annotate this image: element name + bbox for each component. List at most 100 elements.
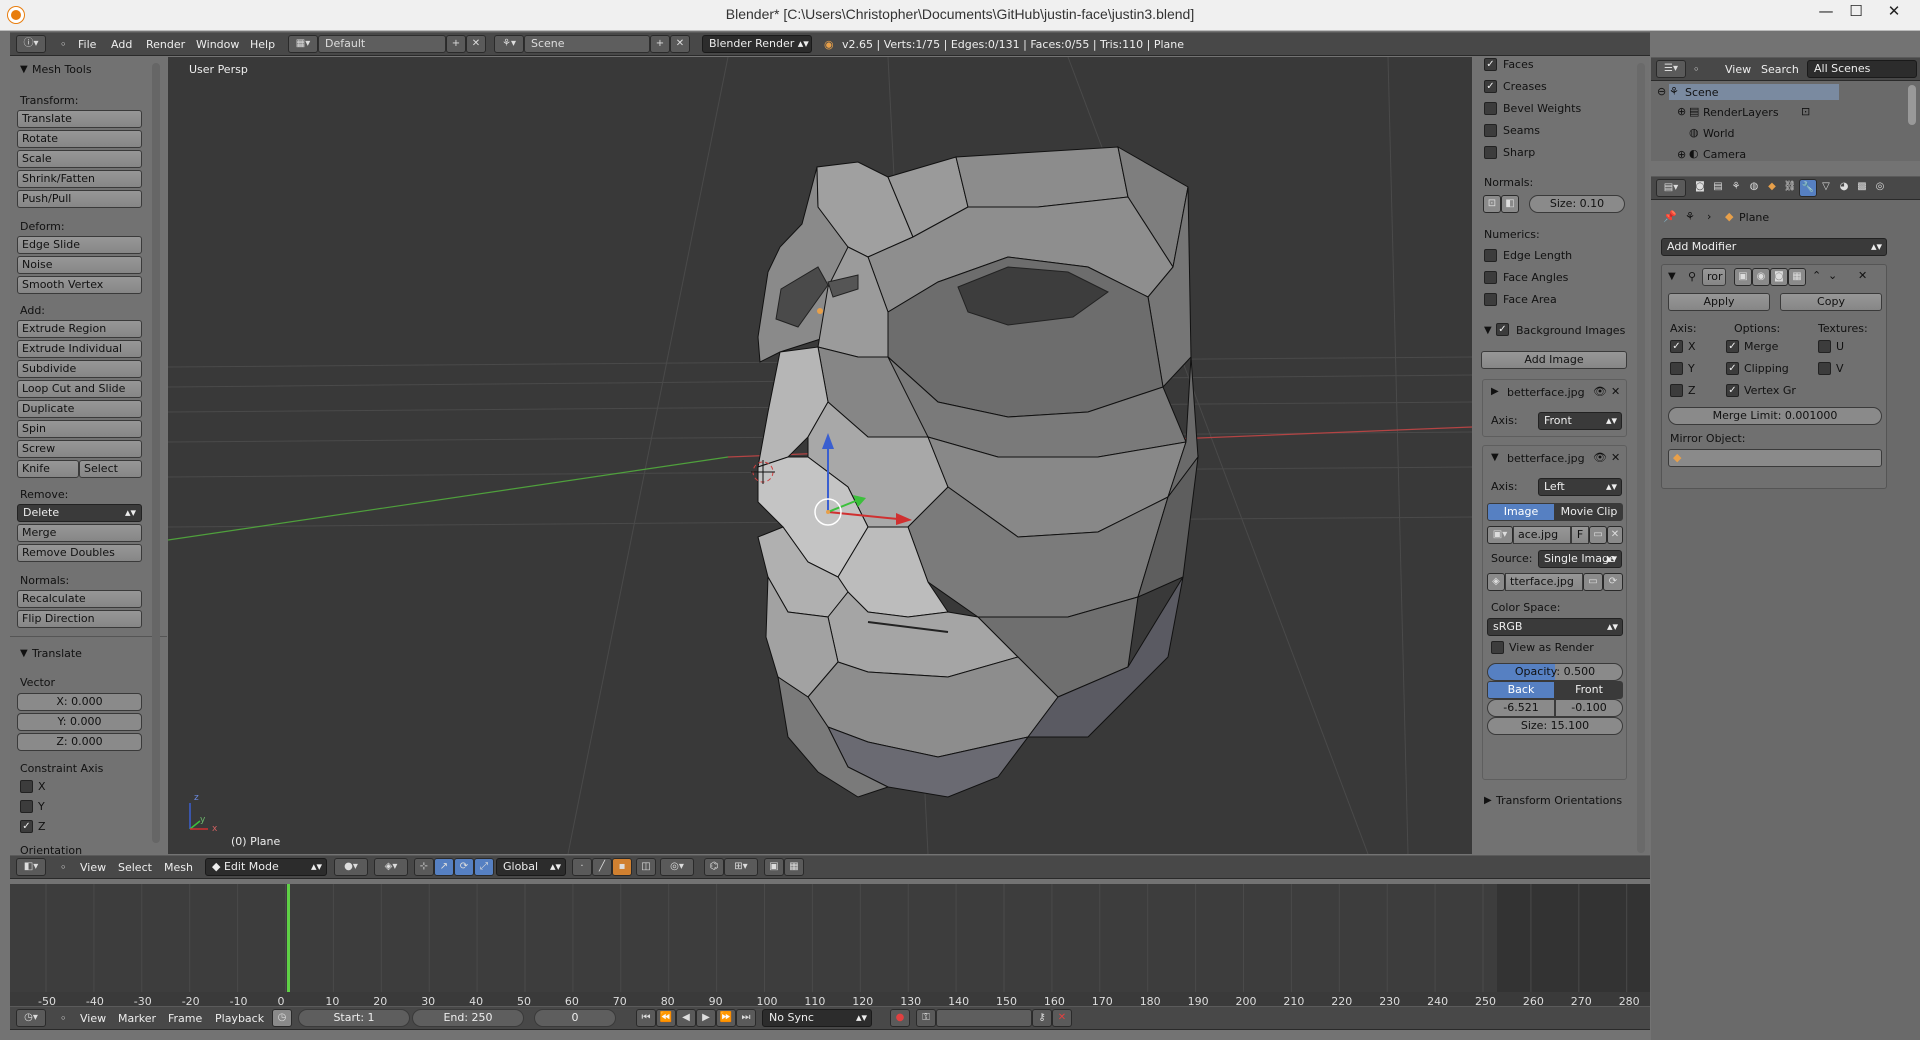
- unlink-icon[interactable]: ✕: [1607, 526, 1623, 544]
- extrude-individual-button[interactable]: Extrude Individual: [17, 340, 142, 358]
- offset-x-field[interactable]: -6.521: [1487, 699, 1555, 717]
- menu-render[interactable]: Render: [146, 38, 185, 51]
- face-select-icon[interactable]: ▪: [612, 858, 632, 876]
- jump-end-icon[interactable]: ⏭: [736, 1009, 756, 1027]
- open-folder-icon[interactable]: ▭: [1589, 526, 1607, 544]
- axis-z-checkbox[interactable]: [1670, 384, 1683, 397]
- collapse-icon[interactable]: ▼: [1491, 452, 1499, 463]
- render-preview-icon[interactable]: ▣: [764, 858, 784, 876]
- data-tab-icon[interactable]: ▽: [1817, 179, 1835, 197]
- menu-view[interactable]: View: [80, 861, 106, 874]
- remove-modifier-icon[interactable]: ✕: [1858, 269, 1867, 282]
- rotate-button[interactable]: Rotate: [17, 130, 142, 148]
- preview-range-icon[interactable]: ◷: [272, 1009, 292, 1027]
- modifiers-tab-icon[interactable]: 🔧: [1799, 179, 1817, 197]
- edge-length-checkbox[interactable]: [1484, 249, 1497, 262]
- occlude-geometry-icon[interactable]: ◫: [636, 858, 656, 876]
- scale-button[interactable]: Scale: [17, 150, 142, 168]
- translate-manipulator-icon[interactable]: ↗: [434, 858, 454, 876]
- material-tab-icon[interactable]: ◕: [1835, 179, 1853, 197]
- vector-y-field[interactable]: Y: 0.000: [17, 713, 142, 731]
- keying-set-field[interactable]: [936, 1009, 1032, 1027]
- expand-icon[interactable]: ⊕: [1677, 105, 1686, 118]
- end-frame-field[interactable]: End: 250: [412, 1009, 524, 1027]
- outliner-item-camera[interactable]: Camera: [1703, 148, 1746, 161]
- clipping-checkbox[interactable]: ✓: [1726, 362, 1739, 375]
- shrink-fatten-button[interactable]: Shrink/Fatten: [17, 170, 142, 188]
- editor-type-icon[interactable]: ◧▾: [16, 858, 46, 876]
- next-keyframe-icon[interactable]: ⏩: [716, 1009, 736, 1027]
- add-modifier-menu[interactable]: Add Modifier ▴▾: [1661, 238, 1887, 256]
- constraint-z-checkbox[interactable]: ✓: [20, 820, 33, 833]
- tab-image[interactable]: Image: [1487, 503, 1555, 521]
- view-as-render-checkbox[interactable]: [1491, 641, 1504, 654]
- options-icon[interactable]: ◦: [60, 1012, 67, 1025]
- editor-type-icon[interactable]: ⓘ▾: [16, 35, 46, 53]
- smooth-vertex-button[interactable]: Smooth Vertex: [17, 276, 142, 294]
- add-image-button[interactable]: Add Image: [1481, 351, 1627, 369]
- transform-orientation-select[interactable]: Global ▴▾: [496, 858, 566, 876]
- face-angles-checkbox[interactable]: [1484, 271, 1497, 284]
- current-frame-marker[interactable]: [287, 884, 290, 992]
- prev-keyframe-icon[interactable]: ⏪: [656, 1009, 676, 1027]
- normal-size-field[interactable]: Size: 0.10: [1529, 195, 1625, 213]
- push-pull-button[interactable]: Push/Pull: [17, 190, 142, 208]
- constraint-y-checkbox[interactable]: [20, 800, 33, 813]
- viewport-shading-icon[interactable]: ●▾: [334, 858, 368, 876]
- add-scene-icon[interactable]: +: [650, 35, 670, 53]
- scene-icon[interactable]: ⚘▾: [494, 35, 524, 53]
- 3d-viewport[interactable]: User Persp (0) Plane y x z: [168, 57, 1472, 854]
- noise-button[interactable]: Noise: [17, 256, 142, 274]
- offset-y-field[interactable]: -0.100: [1555, 699, 1623, 717]
- menu-help[interactable]: Help: [250, 38, 275, 51]
- modifier-name-field[interactable]: ror: [1702, 268, 1726, 286]
- snap-toggle-icon[interactable]: ⌬: [704, 858, 724, 876]
- editor-type-icon[interactable]: ☰▾: [1656, 60, 1686, 78]
- filepath-field[interactable]: tterface.jpg: [1505, 573, 1583, 591]
- reload-icon[interactable]: ⟳: [1603, 573, 1623, 591]
- spin-button[interactable]: Spin: [17, 420, 142, 438]
- opacity-slider[interactable]: Opacity: 0.500: [1487, 663, 1623, 681]
- vertex-normals-icon[interactable]: ⊡: [1483, 195, 1501, 213]
- constraints-tab-icon[interactable]: ⛓: [1781, 179, 1799, 197]
- face-area-checkbox[interactable]: [1484, 293, 1497, 306]
- menu-window[interactable]: Window: [196, 38, 239, 51]
- subdivide-button[interactable]: Subdivide: [17, 360, 142, 378]
- collapse-icon[interactable]: ▼: [1484, 325, 1492, 336]
- timeline-area[interactable]: -50 -40 -30 -20 -10 0 10 20 30 40 50 60 70 80 90 100 110…: [10, 884, 1650, 1010]
- face-mesh[interactable]: [757, 146, 1199, 798]
- render-display-icon[interactable]: ◙: [1770, 268, 1788, 286]
- maximize-button[interactable]: ☐: [1838, 2, 1874, 24]
- remove-image-icon[interactable]: ✕: [1611, 451, 1620, 464]
- object-tab-icon[interactable]: ◆: [1763, 179, 1781, 197]
- cage-display-icon[interactable]: ▦: [1788, 268, 1806, 286]
- collapse-icon[interactable]: ▼: [1668, 271, 1676, 282]
- edge-slide-button[interactable]: Edge Slide: [17, 236, 142, 254]
- delete-keyframe-icon[interactable]: ✕: [1052, 1009, 1072, 1027]
- menu-view[interactable]: View: [1725, 63, 1751, 76]
- pin-icon[interactable]: 📌: [1663, 210, 1677, 223]
- face-normals-icon[interactable]: ◧: [1501, 195, 1519, 213]
- vertex-groups-checkbox[interactable]: ✓: [1726, 384, 1739, 397]
- render-tab-icon[interactable]: ◙: [1691, 179, 1709, 197]
- render-anim-icon[interactable]: ▦: [784, 858, 804, 876]
- creases-checkbox[interactable]: ✓: [1484, 80, 1497, 93]
- view-options-icon[interactable]: ◦: [60, 861, 67, 874]
- physics-tab-icon[interactable]: ◎: [1871, 179, 1889, 197]
- editor-type-icon[interactable]: ◷▾: [16, 1009, 46, 1027]
- menu-select[interactable]: Select: [118, 861, 152, 874]
- knife-select-button[interactable]: Select: [79, 460, 142, 478]
- sharp-checkbox[interactable]: [1484, 146, 1497, 159]
- duplicate-button[interactable]: Duplicate: [17, 400, 142, 418]
- rotate-manipulator-icon[interactable]: ⟳: [454, 858, 474, 876]
- background-images-checkbox[interactable]: ✓: [1496, 323, 1509, 336]
- selected-vertex[interactable]: [817, 308, 823, 314]
- bg-size-field[interactable]: Size: 15.100: [1487, 717, 1623, 735]
- screw-button[interactable]: Screw: [17, 440, 142, 458]
- texture-v-checkbox[interactable]: [1818, 362, 1831, 375]
- axis-select[interactable]: Front ▴▾: [1538, 412, 1622, 430]
- texture-u-checkbox[interactable]: [1818, 340, 1831, 353]
- apply-button[interactable]: Apply: [1668, 293, 1770, 311]
- keying-set-icon[interactable]: ⚿: [916, 1009, 936, 1027]
- source-select[interactable]: Single Image ▴▾: [1538, 550, 1622, 568]
